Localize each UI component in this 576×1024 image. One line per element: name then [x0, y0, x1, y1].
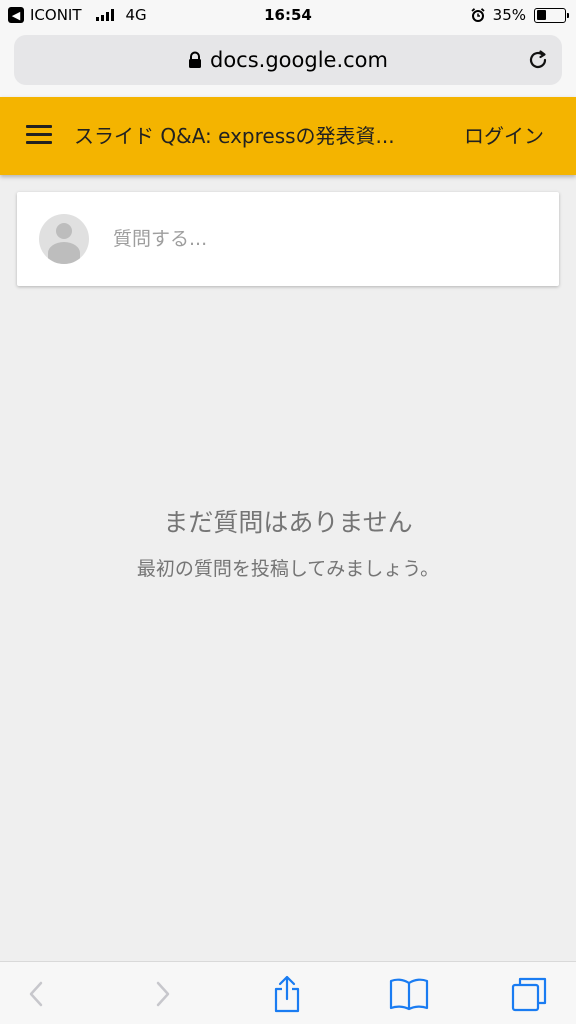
- battery-level: [536, 10, 546, 20]
- share-button[interactable]: [267, 974, 307, 1014]
- forward-button[interactable]: [143, 974, 183, 1014]
- url-text: docs.google.com: [210, 48, 388, 72]
- reload-icon[interactable]: [526, 48, 550, 72]
- tabs-icon: [511, 977, 547, 1012]
- signal-strength-icon: [95, 9, 114, 21]
- alarm-clock-icon: [471, 8, 485, 22]
- hamburger-menu-icon[interactable]: [26, 125, 52, 145]
- browser-address-area: docs.google.com: [0, 30, 576, 97]
- back-button[interactable]: [16, 974, 56, 1014]
- status-bar: ◀ ICONIT 4G 16:54 35%: [0, 0, 576, 30]
- battery-icon: [534, 7, 569, 23]
- avatar-body: [48, 242, 80, 264]
- bookmarks-button[interactable]: [389, 974, 429, 1014]
- ask-question-input[interactable]: [113, 218, 533, 260]
- battery-percent: 35%: [492, 6, 526, 24]
- empty-state-title: まだ質問はありません: [163, 508, 413, 537]
- ask-question-card: [17, 192, 559, 286]
- status-bar-right: 35%: [471, 0, 569, 30]
- screen: ◀ ICONIT 4G 16:54 35% docs.google.com スラ…: [0, 0, 576, 1024]
- carrier-name: ICONIT: [30, 6, 82, 24]
- login-button[interactable]: ログイン: [464, 97, 544, 175]
- page-title: スライド Q&A: expressの発表資...: [74, 124, 395, 148]
- bookmarks-icon: [389, 978, 429, 1011]
- avatar: [39, 214, 89, 264]
- back-arrow-icon: [29, 981, 43, 1007]
- tabs-button[interactable]: [509, 974, 549, 1014]
- status-bar-left: ◀ ICONIT 4G: [8, 0, 147, 30]
- avatar-head: [56, 223, 72, 239]
- app-header: スライド Q&A: expressの発表資... ログイン: [0, 97, 576, 175]
- forward-arrow-icon: [156, 981, 170, 1007]
- lock-icon: [189, 51, 201, 68]
- address-bar[interactable]: docs.google.com: [14, 35, 562, 85]
- share-icon: [274, 975, 300, 1013]
- browser-toolbar: [0, 961, 576, 1024]
- back-to-app-icon[interactable]: ◀: [8, 7, 24, 23]
- network-type: 4G: [125, 6, 147, 24]
- empty-state-subtitle: 最初の質問を投稿してみましょう。: [136, 558, 440, 580]
